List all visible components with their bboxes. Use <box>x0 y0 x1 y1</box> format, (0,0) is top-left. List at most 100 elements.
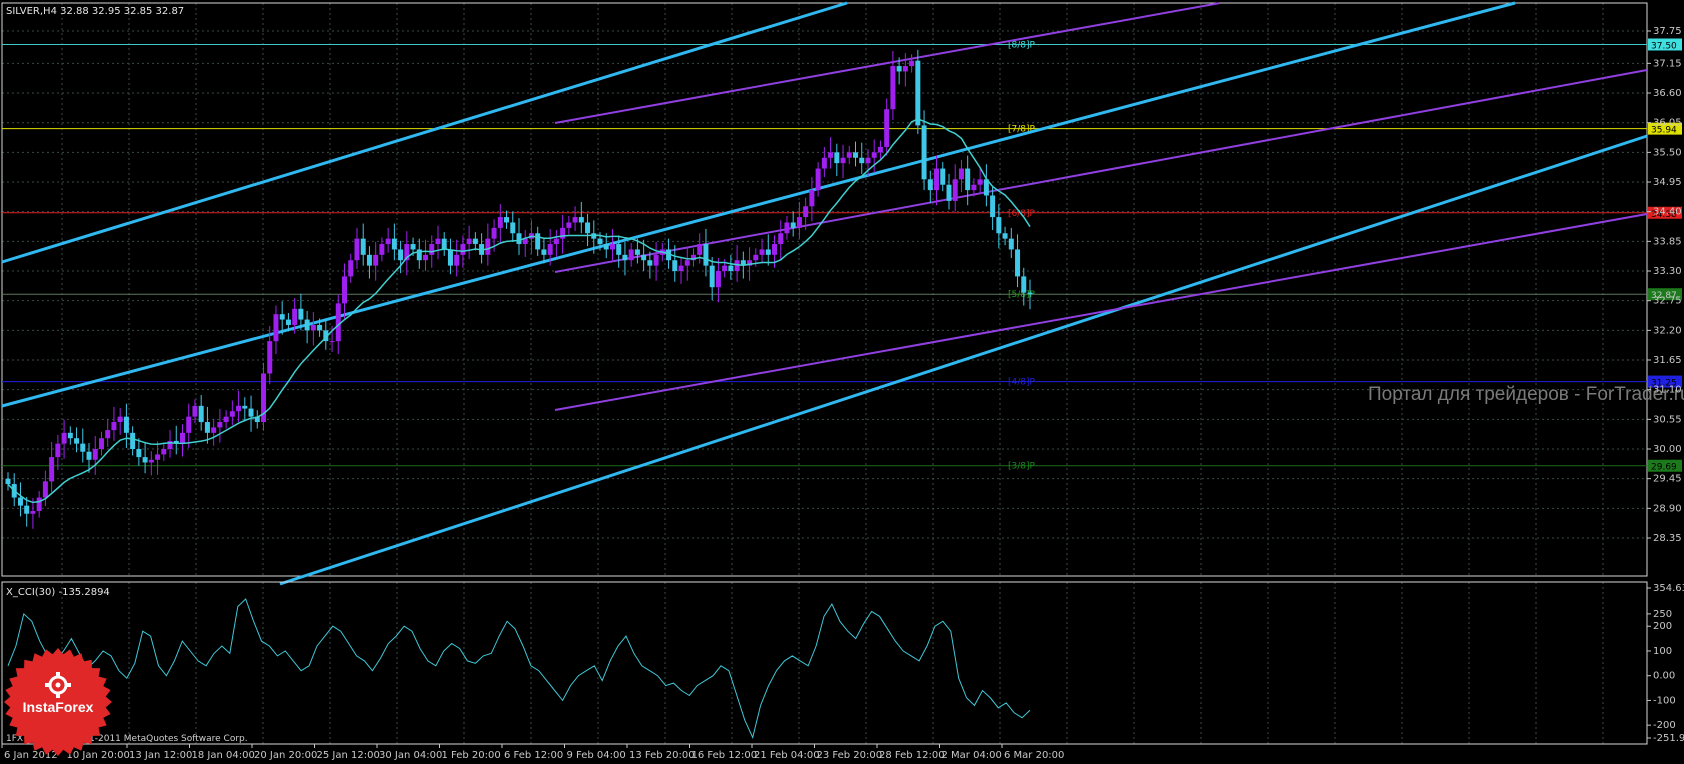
candle-body <box>373 254 379 266</box>
price-tick-label: 30.00 <box>1653 444 1682 455</box>
price-tag-label: 29.69 <box>1651 463 1677 473</box>
candle-body <box>148 459 154 463</box>
candle-body <box>229 411 235 417</box>
candle-body <box>790 222 796 228</box>
logo-text: InstaForex <box>23 699 94 715</box>
level-label: [4/8]P <box>1008 378 1036 388</box>
candle-body <box>815 168 821 191</box>
candle-body <box>1021 276 1027 293</box>
candle-body <box>678 265 684 272</box>
candle-body <box>460 244 466 255</box>
cci-line <box>7 598 1031 740</box>
candle-body <box>435 238 441 245</box>
candle-body <box>179 432 185 444</box>
candle-body <box>884 109 890 147</box>
candle-body <box>1027 292 1033 295</box>
candle-body <box>566 222 572 228</box>
time-tick-label: 21 Feb 04:00 <box>754 750 820 761</box>
candle-body <box>834 152 840 164</box>
candle-body <box>896 66 902 72</box>
regression-channels <box>1 1 1648 586</box>
candle-body <box>211 427 217 433</box>
candle-body <box>273 314 279 342</box>
candle-body <box>410 244 416 250</box>
price-tick-label: 34.40 <box>1653 207 1682 218</box>
candle-body <box>927 179 933 191</box>
candle-body <box>472 238 478 245</box>
candles <box>5 49 1033 529</box>
candle-body <box>890 66 896 110</box>
time-tick-label: 6 Feb 12:00 <box>504 750 563 761</box>
candle-body <box>248 408 254 417</box>
time-tick-label: 30 Jan 04:00 <box>379 750 442 761</box>
candle-body <box>42 481 48 498</box>
candle-body <box>223 416 229 423</box>
price-pane[interactable]: [8/8]P 37.50[7/8]P 35.94[6/8]P 34.38[5/8]P 3… <box>1 1 1684 586</box>
candle-body <box>67 432 73 439</box>
blue-channel-line <box>1 1 848 264</box>
candle-body <box>1015 249 1021 277</box>
candle-body <box>572 217 578 223</box>
candle-body <box>142 457 148 463</box>
time-tick-label: 2 Mar 04:00 <box>942 750 1002 761</box>
candle-body <box>535 233 541 250</box>
murrey-levels: [8/8]P 37.50[7/8]P 35.94[6/8]P 34.38[5/8]P 3… <box>2 38 1682 473</box>
cci-pane[interactable]: X_CCI(30) -135.2894 354.631 250200 100 0.00… <box>1 581 1684 745</box>
time-tick-label: 13 Feb 20:00 <box>629 750 695 761</box>
candle-body <box>491 227 497 239</box>
candle-body <box>934 168 940 191</box>
time-tick-label: 9 Feb 04:00 <box>567 750 626 761</box>
cci-tick-label: -251.967 <box>1653 733 1684 744</box>
candle-body <box>285 319 291 325</box>
cci-title: X_CCI(30) -135.2894 <box>6 587 110 598</box>
candle-body <box>603 244 609 250</box>
candle-body <box>136 449 142 458</box>
candle-body <box>865 157 871 164</box>
candle-body <box>921 125 927 180</box>
candle-body <box>61 432 67 444</box>
cci-axis: 354.631 250200 100 0.00 -100 -200 -251.967 <box>1647 583 1684 744</box>
candle-body <box>784 222 790 234</box>
candle-body <box>360 238 366 255</box>
price-tick-label: 37.75 <box>1653 26 1682 37</box>
candle-body <box>304 319 310 331</box>
candle-body <box>92 449 98 460</box>
price-tick-label: 30.55 <box>1653 414 1682 425</box>
candle-body <box>641 254 647 261</box>
candle-body <box>5 478 11 485</box>
candle-body <box>734 260 740 272</box>
price-tick-label: 31.65 <box>1653 355 1682 366</box>
candle-body <box>186 416 192 433</box>
symbol-header: SILVER,H4 32.88 32.95 32.85 32.87 <box>6 6 184 17</box>
candle-body <box>329 341 335 343</box>
price-tick-label: 33.30 <box>1653 266 1682 277</box>
candle-body <box>990 195 996 218</box>
candle-body <box>647 260 653 266</box>
candle-body <box>17 497 23 506</box>
candle-body <box>578 217 584 223</box>
grid <box>2 3 1647 744</box>
candle-body <box>1008 238 1014 250</box>
mt4-chart[interactable]: [8/8]P 37.50[7/8]P 35.94[6/8]P 34.38[5/8]P 3… <box>0 0 1684 764</box>
candle-body <box>86 451 92 460</box>
candle-body <box>111 422 117 431</box>
candle-body <box>609 244 615 250</box>
price-tick-label: 28.90 <box>1653 503 1682 514</box>
purple-channel-line <box>554 213 1648 411</box>
candle-body <box>298 308 304 320</box>
price-tag-label: 37.50 <box>1651 41 1677 51</box>
time-tick-label: 20 Jan 20:00 <box>254 750 317 761</box>
candle-body <box>198 405 204 423</box>
candle-body <box>697 244 703 255</box>
candle-body <box>24 505 30 514</box>
cci-tick-label: 0.00 <box>1653 671 1675 682</box>
candle-body <box>778 233 784 245</box>
time-tick-label: 28 Feb 12:00 <box>879 750 945 761</box>
cci-tick-label: 100 <box>1653 646 1672 657</box>
candle-body <box>809 190 815 207</box>
candle-body <box>504 217 510 223</box>
candle-body <box>653 254 659 266</box>
candle-body <box>217 422 223 428</box>
candle-body <box>915 60 921 126</box>
candle-body <box>971 184 977 191</box>
